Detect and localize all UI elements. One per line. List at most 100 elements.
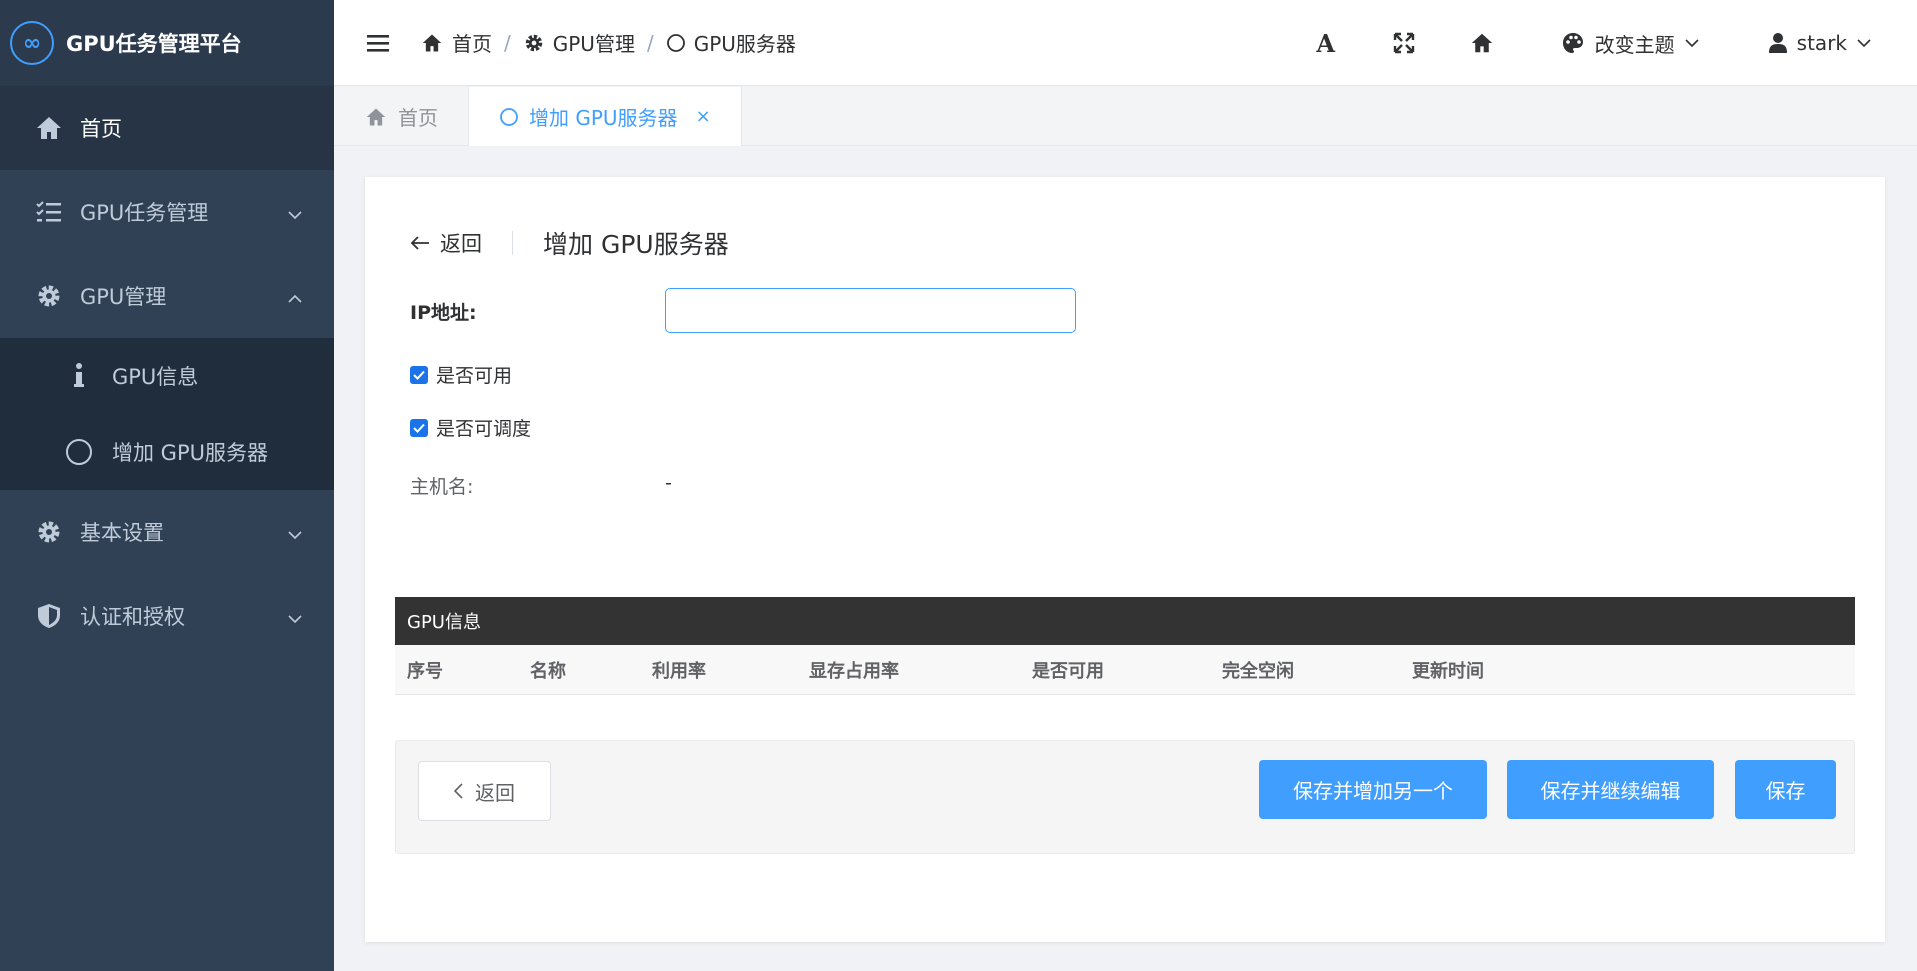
arrow-left-icon: [410, 236, 429, 250]
sidebar-item-label: GPU任务管理: [80, 201, 209, 225]
column-header: 序号: [407, 660, 443, 682]
ip-address-input[interactable]: [665, 288, 1076, 333]
home-icon: [34, 113, 64, 143]
sidebar-item-label: 增加 GPU服务器: [112, 441, 268, 465]
sidebar-item-label: 首页: [80, 117, 122, 141]
sidebar: ∞ GPU任务管理平台 首页 GPU任务管理 GPU管理 GPU信息 增加 GP…: [0, 0, 334, 971]
home-button[interactable]: [1443, 0, 1521, 86]
save-button[interactable]: 保存: [1735, 760, 1836, 819]
breadcrumb-separator: /: [646, 30, 654, 55]
save-continue-button[interactable]: 保存并继续编辑: [1507, 760, 1714, 819]
task-list-icon: [34, 197, 64, 227]
column-header: 显存占用率: [809, 660, 899, 682]
available-label: 是否可用: [436, 365, 513, 387]
back-link[interactable]: 返回: [410, 228, 482, 258]
breadcrumb-label: 首页: [452, 32, 492, 56]
theme-dropdown[interactable]: 改变主题: [1561, 29, 1699, 58]
gpu-submenu: GPU信息 增加 GPU服务器: [0, 338, 334, 490]
tab-add-gpu-server[interactable]: 增加 GPU服务器 ×: [469, 87, 742, 146]
user-dropdown[interactable]: stark: [1768, 31, 1871, 55]
chevron-up-icon: [288, 284, 302, 308]
fullscreen-button[interactable]: [1365, 0, 1443, 86]
gpu-info-table: GPU信息 序号 名称 利用率 显存占用率 是否可用 完全空闲 更新时间: [395, 597, 1855, 695]
column-header: 更新时间: [1412, 660, 1484, 682]
font-icon: A: [1316, 28, 1335, 58]
chevron-down-icon: [1685, 39, 1699, 47]
info-icon: [64, 361, 94, 391]
chevron-down-icon: [1857, 39, 1871, 47]
close-icon[interactable]: ×: [696, 106, 711, 127]
app-logo[interactable]: ∞ GPU任务管理平台: [0, 0, 334, 86]
tab-label: 增加 GPU服务器: [529, 106, 678, 130]
chevron-down-icon: [288, 200, 302, 224]
chevron-down-icon: [288, 604, 302, 628]
tab-label: 首页: [398, 106, 438, 130]
back-button-label: 返回: [475, 780, 515, 805]
header-divider: [512, 231, 513, 255]
sidebar-item-basic-settings[interactable]: 基本设置: [0, 490, 334, 574]
user-icon: [1768, 33, 1787, 53]
schedulable-label: 是否可调度: [436, 418, 532, 440]
circle-icon: [666, 33, 685, 52]
form-action-bar: 返回 保存并增加另一个 保存并继续编辑 保存: [395, 740, 1855, 854]
sidebar-item-gpu-tasks[interactable]: GPU任务管理: [0, 170, 334, 254]
available-checkbox[interactable]: [410, 365, 428, 384]
circle-icon: [64, 437, 94, 467]
tab-home[interactable]: 首页: [334, 87, 469, 146]
home-icon: [422, 34, 442, 51]
circle-icon: [500, 107, 518, 126]
logo-icon: ∞: [10, 21, 54, 65]
gpu-table-title: GPU信息: [395, 597, 1855, 645]
column-header: 利用率: [652, 660, 706, 682]
sidebar-item-add-gpu-server[interactable]: 增加 GPU服务器: [0, 414, 334, 490]
back-label: 返回: [440, 232, 482, 256]
sidebar-item-label: GPU信息: [112, 365, 199, 389]
chevron-left-icon: [454, 783, 463, 799]
shield-icon: [34, 601, 64, 631]
main-card: 返回 增加 GPU服务器 IP地址: 是否可用 是否可调度 主机名: - GPU…: [365, 177, 1885, 942]
home-icon: [366, 108, 386, 125]
schedulable-checkbox[interactable]: [410, 418, 428, 437]
available-row[interactable]: 是否可用: [410, 361, 512, 388]
column-header: 名称: [530, 660, 566, 682]
save-add-another-button[interactable]: 保存并增加另一个: [1259, 760, 1487, 819]
column-header: 完全空闲: [1222, 660, 1294, 682]
username: stark: [1796, 31, 1847, 55]
navbar-right: A 改变主题 stark: [1287, 0, 1917, 86]
app-title: GPU任务管理平台: [66, 32, 242, 56]
hostname-value: -: [665, 472, 672, 494]
top-navbar: 首页 / GPU管理 / GPU服务器 A 改变主题 stark: [334, 0, 1917, 86]
schedulable-row[interactable]: 是否可调度: [410, 414, 531, 441]
gear-icon: [34, 281, 64, 311]
breadcrumb-item-gpu-server: GPU服务器: [666, 28, 796, 57]
hostname-row: 主机名:: [410, 472, 473, 499]
font-size-button[interactable]: A: [1287, 0, 1365, 86]
fullscreen-icon: [1393, 32, 1414, 54]
sidebar-item-auth[interactable]: 认证和授权: [0, 574, 334, 658]
ip-label: IP地址:: [410, 302, 477, 324]
breadcrumb: 首页 / GPU管理 / GPU服务器: [420, 28, 796, 57]
sidebar-item-label: GPU管理: [80, 285, 167, 309]
column-header: 是否可用: [1032, 660, 1104, 682]
breadcrumb-label: GPU服务器: [693, 32, 796, 56]
gear-icon: [34, 517, 64, 547]
chevron-down-icon: [288, 520, 302, 544]
back-button[interactable]: 返回: [418, 761, 551, 821]
sidebar-item-home[interactable]: 首页: [0, 86, 334, 170]
theme-label: 改变主题: [1594, 32, 1675, 57]
sidebar-item-label: 基本设置: [80, 521, 164, 545]
sidebar-item-label: 认证和授权: [80, 605, 185, 629]
breadcrumb-label: GPU管理: [552, 32, 635, 56]
breadcrumb-item-gpu-management[interactable]: GPU管理: [523, 28, 635, 57]
check-icon: [413, 423, 425, 433]
hostname-label: 主机名:: [410, 476, 474, 498]
page-title: 增加 GPU服务器: [543, 230, 729, 259]
check-icon: [413, 370, 425, 380]
gear-icon: [525, 34, 542, 51]
home-icon: [1471, 33, 1492, 53]
ip-row: IP地址:: [410, 298, 477, 325]
sidebar-item-gpu-management[interactable]: GPU管理: [0, 254, 334, 338]
hamburger-icon[interactable]: [364, 29, 392, 57]
breadcrumb-item-home[interactable]: 首页: [420, 28, 492, 57]
sidebar-item-gpu-info[interactable]: GPU信息: [0, 338, 334, 414]
